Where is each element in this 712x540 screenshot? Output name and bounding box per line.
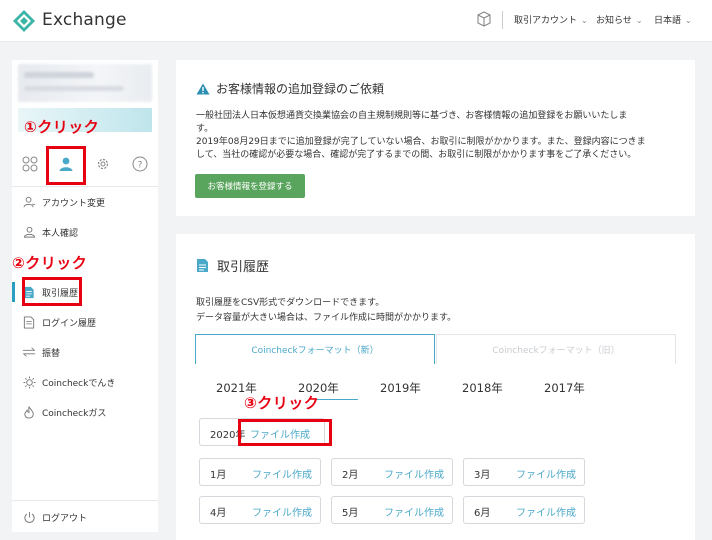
sidebar-item-label: 振替 xyxy=(42,348,61,359)
trade-history-description: 取引履歴をCSV形式でダウンロードできます。 データ容量が大きい場合は、ファイル… xyxy=(196,296,456,326)
notice-text-line: して、当社の確認が必要な場合、確認が完了するまでの間、お取引に制限がかかります事… xyxy=(196,150,637,160)
sidebar-item-account-change[interactable]: アカウント変更 xyxy=(22,192,105,212)
menu-notifications-label: お知らせ xyxy=(596,16,632,26)
description-line: 取引履歴をCSV形式でダウンロードできます。 xyxy=(196,298,385,308)
exchange-logo-icon[interactable] xyxy=(12,9,36,33)
annotation-box-step1 xyxy=(46,146,86,185)
month-row: 3月 ファイル作成 xyxy=(463,458,585,486)
chevron-down-icon: ⌄ xyxy=(581,16,588,25)
month-row: 4月 ファイル作成 xyxy=(199,496,321,524)
menu-trade-account-label: 取引アカウント xyxy=(514,16,578,26)
month-row: 2月 ファイル作成 xyxy=(331,458,453,486)
month-row: 5月 ファイル作成 xyxy=(331,496,453,524)
month-label: 1月 xyxy=(210,470,227,481)
gear-icon[interactable] xyxy=(95,156,111,172)
notice-heading: お客様情報の追加登録のご依頼 xyxy=(196,80,384,97)
user-check-icon xyxy=(22,225,36,239)
sidebar-item-label: Coincheckガス xyxy=(42,408,107,419)
sidebar-item-label: ログイン履歴 xyxy=(42,318,97,329)
tab-format-old[interactable]: Coincheckフォーマット（旧） xyxy=(436,334,676,364)
file-create-button[interactable]: ファイル作成 xyxy=(384,466,444,481)
power-icon xyxy=(22,510,36,524)
active-indicator xyxy=(12,282,15,302)
flame-icon xyxy=(22,405,36,419)
file-create-button[interactable]: ファイル作成 xyxy=(252,504,312,519)
annotation-step2: ②クリック xyxy=(12,254,88,272)
sidebar-item-login-history[interactable]: ログイン履歴 xyxy=(22,312,96,332)
month-label: 2月 xyxy=(342,470,359,481)
year-tab-2019[interactable]: 2019年 xyxy=(380,380,421,396)
notice-text-line: 2019年08月29日までに追加登録が完了していない場合、お取引に制限がかかりま… xyxy=(196,137,646,147)
sidebar-item-label: 本人確認 xyxy=(42,228,79,239)
month-label: 6月 xyxy=(474,508,491,519)
month-row: 6月 ファイル作成 xyxy=(463,496,585,524)
month-label: 5月 xyxy=(342,508,359,519)
trade-history-title: 取引履歴 xyxy=(217,260,270,275)
register-customer-info-button[interactable]: お客様情報を登録する xyxy=(195,174,305,198)
document-icon xyxy=(197,259,208,272)
sidebar-item-denki[interactable]: Coincheckでんき xyxy=(22,372,115,392)
transfer-icon xyxy=(22,345,36,359)
sidebar-item-label: Coincheckでんき xyxy=(42,378,116,389)
help-icon[interactable]: ? xyxy=(132,156,148,172)
file-create-button[interactable]: ファイル作成 xyxy=(384,504,444,519)
year-tab-2017[interactable]: 2017年 xyxy=(544,380,585,396)
header-divider xyxy=(502,11,503,29)
sidebar-bottom-divider xyxy=(12,500,158,501)
notice-card: お客様情報の追加登録のご依頼 一般社団法人日本仮想通貨交換業協会の自主規制規則等… xyxy=(176,60,695,216)
trade-history-heading: 取引履歴 xyxy=(196,256,269,275)
trade-history-card: 取引履歴 取引履歴をCSV形式でダウンロードできます。 データ容量が大きい場合は… xyxy=(176,234,695,540)
annotation-box-step3 xyxy=(238,419,332,446)
notice-text-line: 一般社団法人日本仮想通貨交換業協会の自主規制規則等に基づき、お客様情報の追加登録… xyxy=(196,111,628,121)
year-tab-2018[interactable]: 2018年 xyxy=(462,380,503,396)
logout-button[interactable]: ログアウト xyxy=(22,507,87,527)
sidebar-item-identity[interactable]: 本人確認 xyxy=(22,222,78,242)
chevron-down-icon: ⌄ xyxy=(685,16,692,25)
file-icon xyxy=(22,315,36,329)
menu-language[interactable]: 日本語 ⌄ xyxy=(654,13,692,26)
cube-icon[interactable] xyxy=(476,11,492,27)
file-create-button[interactable]: ファイル作成 xyxy=(516,504,576,519)
sidebar-item-label: アカウント変更 xyxy=(42,198,106,209)
sun-icon xyxy=(22,375,36,389)
user-edit-icon xyxy=(22,195,36,209)
file-create-button[interactable]: ファイル作成 xyxy=(516,466,576,481)
sidebar-item-transfer[interactable]: 振替 xyxy=(22,342,60,362)
year-tab-underline xyxy=(316,399,358,400)
description-line: データ容量が大きい場合は、ファイル作成に時間がかかります。 xyxy=(196,313,457,323)
sidebar-item-gas[interactable]: Coincheckガス xyxy=(22,402,106,422)
top-navigation-bar: Exchange 取引アカウント ⌄ お知らせ ⌄ 日本語 ⌄ xyxy=(0,0,712,42)
annotation-box-step2 xyxy=(22,277,82,306)
grid-icon[interactable] xyxy=(22,156,38,172)
brand-name[interactable]: Exchange xyxy=(42,10,127,30)
tab-format-new[interactable]: Coincheckフォーマット（新） xyxy=(195,334,435,364)
chevron-down-icon: ⌄ xyxy=(635,16,643,25)
menu-notifications[interactable]: お知らせ ⌄ xyxy=(596,13,643,26)
notice-paragraph-1: 一般社団法人日本仮想通貨交換業協会の自主規制規則等に基づき、お客様情報の追加登録… xyxy=(196,110,646,162)
notice-text-line: す。 xyxy=(196,124,214,134)
month-label: 4月 xyxy=(210,508,227,519)
month-label: 3月 xyxy=(474,470,491,481)
svg-text:?: ? xyxy=(138,161,143,171)
annotation-step1: ①クリック xyxy=(24,118,100,136)
notice-title: お客様情報の追加登録のご依頼 xyxy=(216,82,385,96)
menu-language-label: 日本語 xyxy=(654,16,682,26)
menu-trade-account[interactable]: 取引アカウント ⌄ xyxy=(514,13,588,26)
warning-icon xyxy=(196,83,210,94)
month-row: 1月 ファイル作成 xyxy=(199,458,321,486)
sidebar-divider xyxy=(12,186,158,187)
annotation-step3: ③クリック xyxy=(244,394,320,412)
file-create-button[interactable]: ファイル作成 xyxy=(252,466,312,481)
user-info-blurred xyxy=(18,64,152,102)
logout-label: ログアウト xyxy=(42,513,88,524)
